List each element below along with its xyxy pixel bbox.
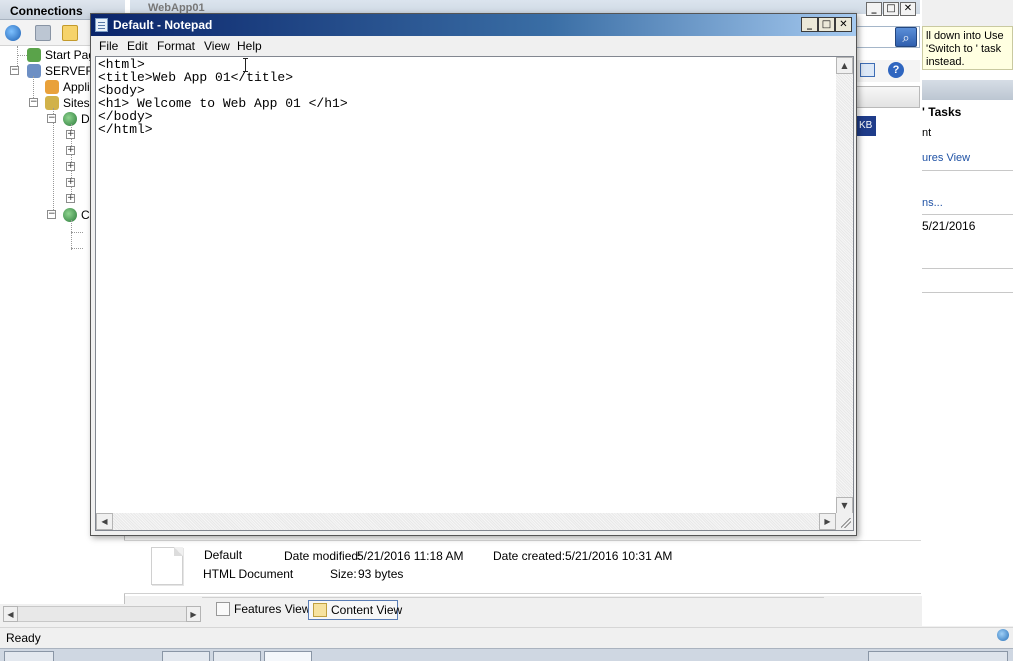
sites-icon [45,96,59,110]
task-link-features-view[interactable]: ures View [922,152,970,164]
maximize-iis-button[interactable]: □ [883,2,899,16]
menu-view[interactable]: View [204,39,230,53]
address-bar[interactable] [130,0,920,14]
scroll-right-icon[interactable]: ▶ [186,606,201,622]
actions-header [922,80,1013,100]
taskbar-button[interactable] [213,651,261,661]
horizontal-scrollbar[interactable]: ◀ ▶ [96,513,836,530]
notepad-title: Default - Notepad [113,18,213,32]
menu-format[interactable]: Format [157,39,195,53]
content-view-icon [313,603,327,617]
search-icon[interactable]: ⌕ [895,27,917,47]
taskbar-clock[interactable] [868,651,1008,661]
expander-sites[interactable]: − [29,98,38,107]
scroll-left-icon[interactable]: ◀ [3,606,18,622]
expander-child-2[interactable]: + [66,146,75,155]
notepad-content[interactable]: <html> <title>Web App 01</title> <body> … [98,58,348,136]
add-folder-icon[interactable] [62,25,78,41]
tasks-title: ' Tasks [922,105,962,119]
start-page-icon [27,48,41,62]
expander-server[interactable]: − [10,66,19,75]
features-view-icon [216,602,230,616]
date-created-value: 5/21/2016 10:31 AM [565,549,673,563]
resize-grip-icon[interactable] [836,513,853,530]
expander-child-5[interactable]: + [66,194,75,203]
globe-icon [63,208,77,222]
scroll-right-icon[interactable]: ▶ [819,513,836,530]
status-text: Ready [6,631,41,645]
scroll-down-icon[interactable]: ▼ [836,497,853,514]
expander-site-d[interactable]: − [47,114,56,123]
task-link-1[interactable]: nt [922,127,931,139]
date-created-label: Date created: [493,549,566,563]
tree-item-site-d[interactable]: D [63,112,90,126]
menu-file[interactable]: File [99,39,118,53]
minimize-iis-button[interactable]: _ [866,2,882,16]
expander-child-3[interactable]: + [66,162,75,171]
expander-child-4[interactable]: + [66,178,75,187]
minimize-button[interactable]: _ [801,17,818,32]
expander-child-1[interactable]: + [66,130,75,139]
taskbar-button[interactable] [4,651,54,661]
tab-content-view[interactable]: Content View [308,600,402,620]
taskbar-button[interactable] [162,651,210,661]
scroll-up-icon[interactable]: ▲ [836,57,853,74]
size-badge: KB [856,116,876,136]
view-icons-strip: ? [856,60,920,82]
notepad-app-icon[interactable] [95,18,108,32]
task-date: 5/21/2016 [922,219,976,233]
column-header[interactable] [856,86,920,108]
task-link-3[interactable]: ns... [922,197,943,209]
size-label: Size: [330,567,357,581]
tree-item-sites[interactable]: Sites [45,96,90,110]
taskbar [0,648,1013,661]
tree-item-app-pools[interactable]: Appli [45,80,90,94]
scroll-left-icon[interactable]: ◀ [96,513,113,530]
app-pools-icon [45,80,59,94]
maximize-button[interactable]: □ [818,17,835,32]
notepad-window[interactable]: Default - Notepad _ □ ✕ File Edit Format… [90,13,857,536]
html-document-icon [151,547,183,585]
status-bar: Ready [0,627,1013,647]
taskbar-button-notepad[interactable] [264,651,312,661]
tree-horizontal-scrollbar[interactable]: ◀ ▶ [3,606,201,622]
file-type: HTML Document [203,567,294,581]
globe-icon [63,112,77,126]
expander-site-c[interactable]: − [47,210,56,219]
notepad-menubar: File Edit Format View Help [91,36,856,55]
text-cursor-icon [243,58,248,72]
file-name: Default [204,548,243,562]
menu-edit[interactable]: Edit [127,39,148,53]
tab-features-view[interactable]: Features View [212,600,310,620]
close-iis-button[interactable]: ✕ [900,2,916,16]
server-icon [27,64,41,78]
info-tip: ll down into Use 'Switch to ' task inste… [922,26,1013,70]
network-status-icon [997,629,1009,641]
vertical-scrollbar[interactable]: ▲ ▼ [836,57,853,514]
menu-help[interactable]: Help [237,39,262,53]
date-modified-label: Date modified: [284,549,362,563]
tree-item-start-page[interactable]: Start Pag [27,48,95,62]
connect-globe-icon[interactable] [5,25,21,41]
save-icon[interactable] [35,25,51,41]
notepad-text-area[interactable]: <html> <title>Web App 01</title> <body> … [95,56,854,531]
close-button[interactable]: ✕ [835,17,852,32]
tree-item-site-c[interactable]: C [63,208,90,222]
notepad-titlebar[interactable]: Default - Notepad [91,14,856,36]
date-modified-value: 5/21/2016 11:18 AM [357,549,464,563]
layout-icon[interactable] [860,63,875,77]
size-value: 93 bytes [358,567,404,581]
help-icon[interactable]: ? [888,62,904,78]
